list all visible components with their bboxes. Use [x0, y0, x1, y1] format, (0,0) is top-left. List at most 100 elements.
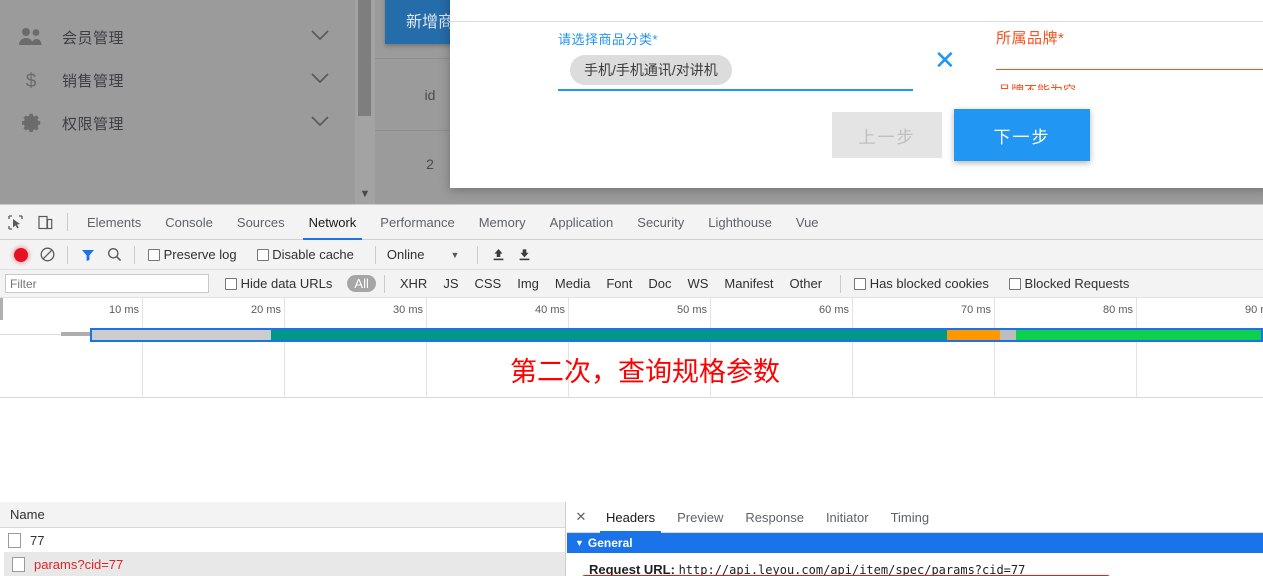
filter-type-img[interactable]: Img — [510, 275, 546, 292]
chevron-down-icon[interactable] — [311, 71, 329, 89]
filter-type-xhr[interactable]: XHR — [393, 275, 434, 292]
toggle-device-toolbar-icon[interactable] — [30, 205, 60, 240]
category-field-label: 请选择商品分类* — [558, 32, 659, 47]
chevron-down-icon[interactable] — [311, 114, 329, 132]
details-pane: ✕ Headers Preview Response Initiator Tim… — [567, 502, 1263, 576]
modal-body: 请选择商品分类* 手机/手机通讯/对讲机 ✕ 所属品牌* 品牌不能为空 — [450, 23, 1263, 106]
chevron-down-icon[interactable]: ▼ — [450, 250, 459, 260]
filter-type-all[interactable]: All — [347, 275, 376, 292]
download-arrow-icon[interactable] — [511, 247, 537, 262]
tab-application[interactable]: Application — [538, 205, 626, 240]
waterfall-segment-gap — [1000, 330, 1016, 340]
tab-initiator[interactable]: Initiator — [815, 502, 880, 533]
devtools-tabbar: Elements Console Sources Network Perform… — [0, 205, 1263, 240]
document-icon — [12, 556, 25, 572]
checkbox-box[interactable] — [854, 278, 867, 290]
category-chip[interactable]: 手机/手机通讯/对讲机 — [570, 55, 732, 85]
close-icon[interactable]: ✕ — [567, 509, 595, 525]
checkbox-box[interactable] — [225, 278, 237, 290]
tab-memory[interactable]: Memory — [467, 205, 538, 240]
modal-footer: 上一步 下一步 — [450, 106, 1263, 180]
requests-column-header[interactable]: Name — [0, 502, 565, 528]
network-toolbar: Preserve log Disable cache Online ▼ — [0, 240, 1263, 270]
application-area: 会员管理 $ 销售管理 权限管理 ▼ 新增商 id 2 请选择商品分类* 手机/… — [0, 0, 1263, 204]
tab-timing[interactable]: Timing — [880, 502, 941, 533]
filter-type-manifest[interactable]: Manifest — [717, 275, 780, 292]
next-step-button[interactable]: 下一步 — [954, 109, 1090, 161]
waterfall-bar[interactable] — [90, 328, 1263, 342]
tab-vue[interactable]: Vue — [784, 205, 831, 240]
devtools: Elements Console Sources Network Perform… — [0, 204, 1263, 576]
filter-type-ws[interactable]: WS — [680, 275, 715, 292]
filter-type-css[interactable]: CSS — [467, 275, 508, 292]
funnel-icon[interactable] — [75, 248, 101, 262]
divider — [134, 245, 135, 264]
overview-tick-label: 30 ms — [393, 304, 423, 316]
preserve-log-checkbox[interactable]: Preserve log — [148, 247, 237, 262]
category-field[interactable]: 请选择商品分类* 手机/手机通讯/对讲机 — [558, 29, 913, 91]
tab-security[interactable]: Security — [625, 205, 696, 240]
prev-step-button[interactable]: 上一步 — [832, 112, 942, 158]
scrollbar-thumb[interactable] — [358, 0, 371, 116]
has-blocked-cookies-label: Has blocked cookies — [869, 276, 989, 291]
tab-sources[interactable]: Sources — [225, 205, 297, 240]
has-blocked-cookies-checkbox[interactable]: Has blocked cookies — [854, 276, 989, 291]
record-icon[interactable] — [8, 247, 34, 262]
throttling-select[interactable]: Online — [387, 247, 425, 262]
general-section-title: General — [587, 536, 633, 550]
svg-text:$: $ — [26, 71, 37, 91]
tab-response[interactable]: Response — [734, 502, 815, 533]
scrollbar-down-arrow[interactable]: ▼ — [355, 189, 375, 200]
close-icon[interactable]: ✕ — [934, 47, 956, 73]
details-tabbar: ✕ Headers Preview Response Initiator Tim… — [567, 502, 1263, 533]
checkbox-box[interactable] — [1008, 278, 1021, 290]
hide-data-urls-checkbox[interactable]: Hide data URLs — [225, 276, 332, 291]
document-icon — [8, 532, 21, 548]
divider — [383, 274, 385, 293]
brand-error-text: 品牌不能为空 — [998, 84, 1118, 90]
upload-arrow-icon[interactable] — [485, 247, 511, 262]
checkbox-box[interactable] — [256, 249, 269, 261]
checkbox-box[interactable] — [148, 249, 160, 261]
tab-headers[interactable]: Headers — [595, 502, 666, 533]
tab-lighthouse[interactable]: Lighthouse — [696, 205, 784, 240]
general-section-header[interactable]: ▼ General — [567, 533, 1263, 553]
tab-preview[interactable]: Preview — [666, 502, 734, 533]
filter-type-media[interactable]: Media — [548, 275, 597, 292]
tab-network[interactable]: Network — [297, 205, 369, 240]
overview-left-marker — [0, 298, 3, 320]
network-overview[interactable]: 10 ms 20 ms 30 ms 40 ms 50 ms 60 ms 70 m… — [0, 298, 1263, 398]
chevron-down-icon[interactable] — [311, 28, 329, 46]
divider — [840, 274, 842, 293]
sidebar-item-label: 权限管理 — [62, 115, 125, 133]
sidebar-item-permissions[interactable]: 权限管理 — [0, 96, 355, 150]
divider — [374, 245, 376, 264]
filter-type-js[interactable]: JS — [436, 275, 465, 292]
filter-type-other[interactable]: Other — [783, 275, 830, 292]
detail-row-request-url: Request URL: http://api.leyou.com/api/it… — [589, 559, 1263, 576]
tab-elements[interactable]: Elements — [75, 205, 153, 240]
users-icon — [0, 27, 62, 47]
hide-data-urls-label: Hide data URLs — [240, 276, 333, 291]
brand-field[interactable]: 所属品牌* 品牌不能为空 — [996, 27, 1263, 90]
search-icon[interactable] — [101, 247, 127, 262]
inspect-element-icon[interactable] — [0, 205, 30, 240]
waterfall-leadin-block — [61, 332, 90, 336]
waterfall-segment-stalled — [92, 330, 271, 340]
filter-type-font[interactable]: Font — [599, 275, 639, 292]
overview-tick-label: 50 ms — [677, 304, 707, 316]
sidebar-scrollbar[interactable]: ▼ — [355, 0, 375, 204]
divider — [67, 213, 68, 231]
waterfall-segment-download — [946, 330, 1001, 340]
tab-console[interactable]: Console — [153, 205, 225, 240]
clear-icon[interactable] — [34, 247, 60, 262]
filter-input[interactable] — [5, 274, 209, 293]
blocked-requests-checkbox[interactable]: Blocked Requests — [1008, 276, 1129, 291]
list-item[interactable]: params?cid=77 — [4, 552, 565, 576]
list-item[interactable]: 77 — [0, 528, 565, 552]
tab-performance[interactable]: Performance — [368, 205, 466, 240]
detail-key: Request URL: — [589, 562, 675, 576]
filter-type-doc[interactable]: Doc — [641, 275, 678, 292]
add-goods-modal: 请选择商品分类* 手机/手机通讯/对讲机 ✕ 所属品牌* 品牌不能为空 上一步 … — [450, 0, 1263, 188]
disable-cache-checkbox[interactable]: Disable cache — [256, 247, 354, 262]
